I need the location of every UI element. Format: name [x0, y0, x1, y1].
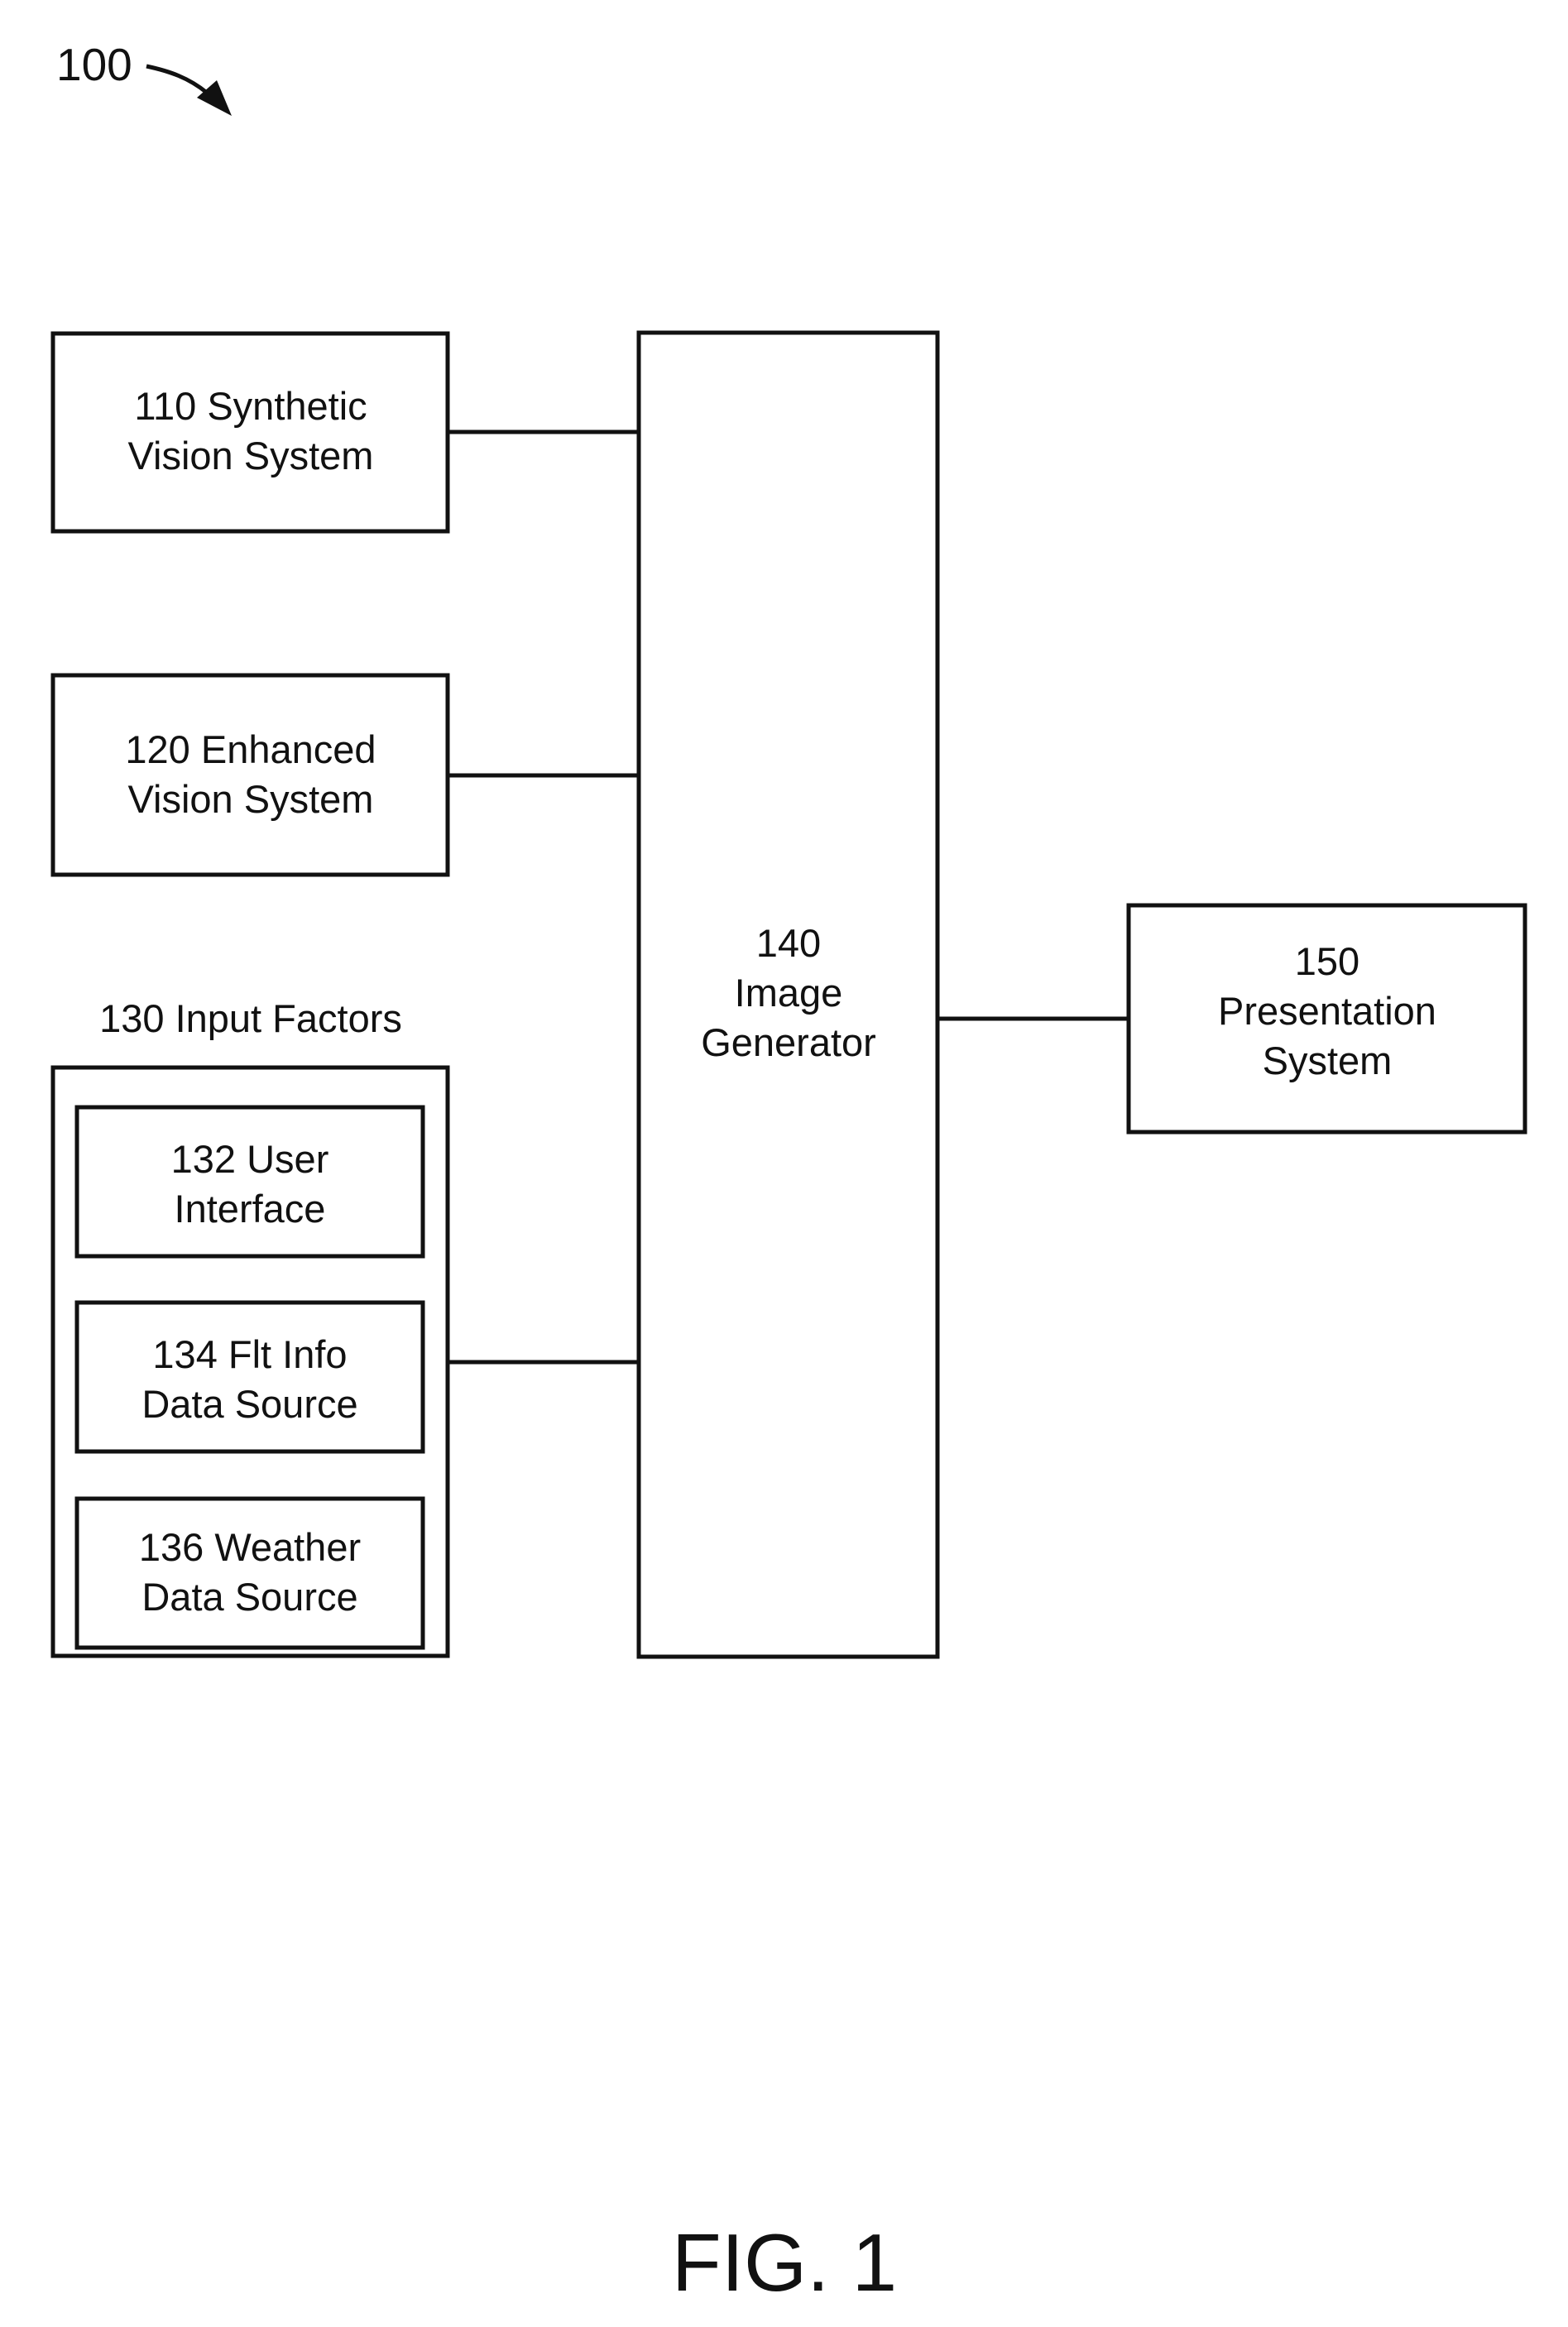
block-136-weather-data-source: 136 Weather Data Source — [74, 1496, 425, 1650]
block-110-line-2: Vision System — [128, 434, 374, 477]
block-132-user-interface: 132 User Interface — [74, 1105, 425, 1259]
block-150-line-2: Presentation — [1218, 989, 1436, 1033]
reference-arrow-icon — [146, 64, 232, 116]
block-136-line-1: 136 Weather — [139, 1525, 361, 1569]
block-134-line-2: Data Source — [141, 1382, 357, 1426]
block-diagram: 100 110 Synthetic Vision System 120 Enha… — [50, 39, 1527, 2308]
block-120-line-1: 120 Enhanced — [125, 727, 376, 771]
figure-reference-label: 100 — [56, 39, 132, 90]
block-110-line-1: 110 Synthetic — [134, 384, 367, 428]
block-140-line-2: Image — [735, 971, 843, 1015]
block-136-line-2: Data Source — [141, 1575, 357, 1619]
block-110-synthetic-vision-system: 110 Synthetic Vision System — [50, 331, 450, 534]
block-132-line-2: Interface — [175, 1187, 326, 1231]
block-140-image-generator: 140 Image Generator — [636, 330, 940, 1659]
block-120-enhanced-vision-system: 120 Enhanced Vision System — [50, 673, 450, 877]
block-140-line-3: Generator — [701, 1020, 876, 1064]
figure-caption: FIG. 1 — [672, 2217, 897, 2308]
block-134-flt-info-data-source: 134 Flt Info Data Source — [74, 1300, 425, 1454]
block-130-label: 130 Input Factors — [99, 996, 402, 1040]
block-140-line-1: 140 — [756, 921, 821, 965]
block-120-line-2: Vision System — [128, 777, 374, 821]
block-150-line-3: System — [1263, 1039, 1393, 1082]
block-134-line-1: 134 Flt Info — [152, 1332, 347, 1376]
block-150-presentation-system: 150 Presentation System — [1126, 903, 1527, 1135]
block-132-line-1: 132 User — [171, 1137, 329, 1181]
block-130-input-factors: 132 User Interface 134 Flt Info Data Sou… — [50, 1065, 450, 1658]
block-150-line-1: 150 — [1295, 939, 1359, 983]
